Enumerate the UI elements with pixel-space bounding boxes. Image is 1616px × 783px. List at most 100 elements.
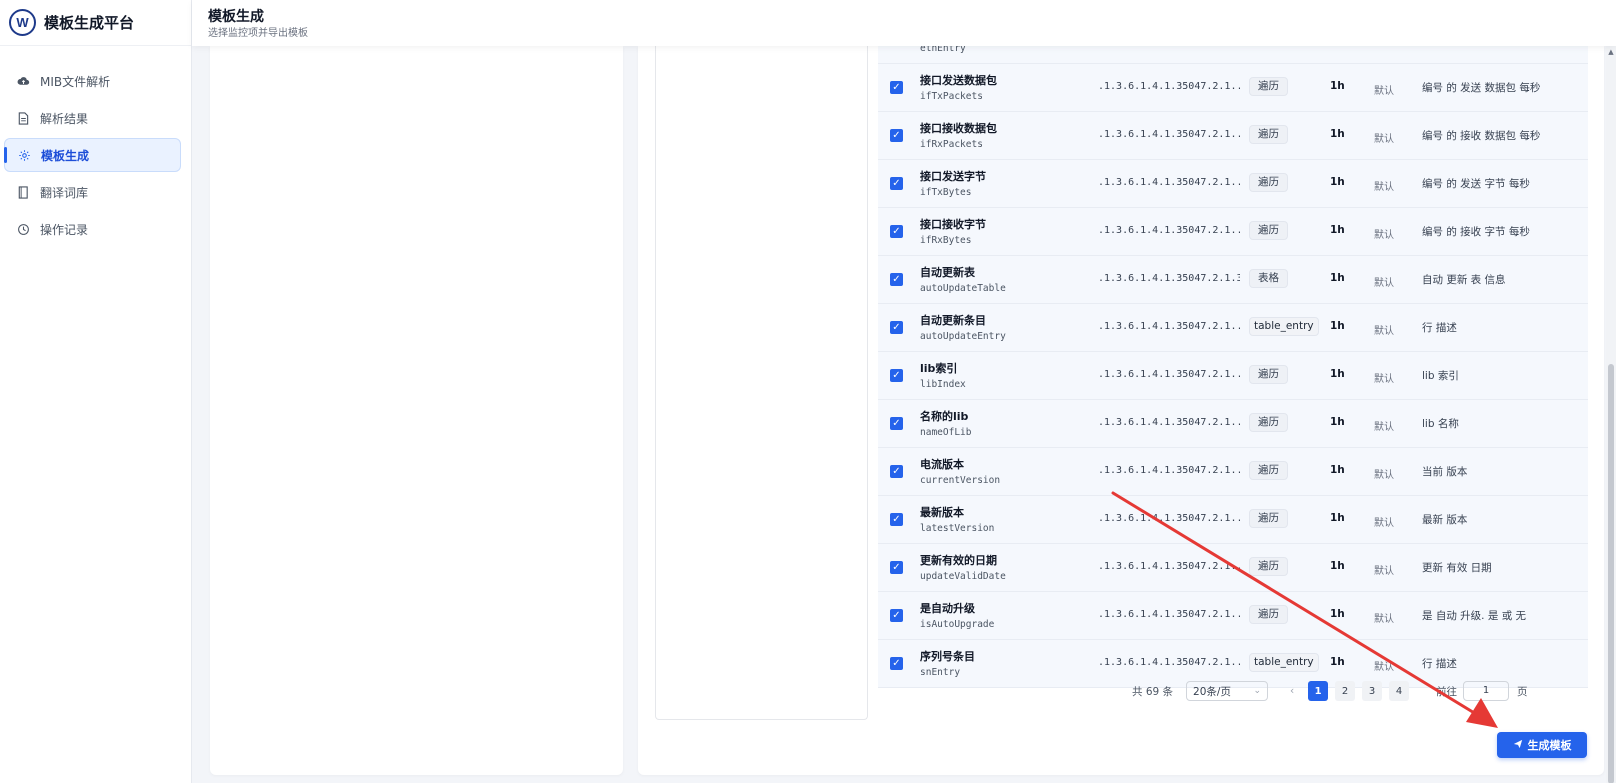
- row-en-name: ifRxBytes: [920, 235, 972, 246]
- row-interval[interactable]: 1h: [1330, 80, 1345, 92]
- table-row[interactable]: ✓ ethEntry: [878, 46, 1588, 64]
- row-en-name: latestVersion: [920, 523, 995, 534]
- row-oid: .1.3.6.1.4.1.35047.2.1...: [1098, 369, 1240, 380]
- page-size-value: 20条/页: [1193, 685, 1231, 698]
- page-button-4[interactable]: 4: [1389, 681, 1410, 701]
- row-checkbox[interactable]: ✓: [890, 561, 903, 574]
- row-oid: .1.3.6.1.4.1.35047.2.1...: [1098, 129, 1240, 140]
- sidebar-item-template-gen[interactable]: 模板生成: [4, 138, 181, 172]
- row-cn-name: lib索引: [920, 362, 958, 375]
- clock-icon: [16, 222, 30, 236]
- row-interval[interactable]: 1h: [1330, 176, 1345, 188]
- row-interval[interactable]: 1h: [1330, 560, 1345, 572]
- row-mode[interactable]: 默认: [1374, 610, 1394, 625]
- row-oid: .1.3.6.1.4.1.35047.2.1...: [1098, 609, 1240, 620]
- prev-page-icon[interactable]: ‹: [1282, 681, 1302, 701]
- row-interval[interactable]: 1h: [1330, 368, 1345, 380]
- row-type-tag: 表格: [1249, 269, 1288, 288]
- row-mode[interactable]: 默认: [1374, 370, 1394, 385]
- table-row[interactable]: ✓ 名称的lib nameOfLib .1.3.6.1.4.1.35047.2.…: [878, 400, 1588, 448]
- row-checkbox[interactable]: ✓: [890, 273, 903, 286]
- pagination-total: 共 69 条: [1132, 685, 1174, 698]
- row-type-tag: 遍历: [1249, 557, 1288, 576]
- sidebar-item-label: 翻译词库: [40, 185, 89, 200]
- page-button-2[interactable]: 2: [1335, 681, 1356, 701]
- row-checkbox[interactable]: ✓: [890, 177, 903, 190]
- table-row[interactable]: ✓ 电流版本 currentVersion .1.3.6.1.4.1.35047…: [878, 448, 1588, 496]
- table-row[interactable]: ✓ 更新有效的日期 updateValidDate .1.3.6.1.4.1.3…: [878, 544, 1588, 592]
- row-description: 当前 版本: [1422, 466, 1468, 478]
- row-description: lib 索引: [1422, 370, 1459, 382]
- row-mode[interactable]: 默认: [1374, 418, 1394, 433]
- row-checkbox[interactable]: ✓: [890, 81, 903, 94]
- row-checkbox[interactable]: ✓: [890, 129, 903, 142]
- table-row[interactable]: ✓ 自动更新表 autoUpdateTable .1.3.6.1.4.1.350…: [878, 256, 1588, 304]
- row-type-tag: 遍历: [1249, 125, 1288, 144]
- generate-template-button[interactable]: 生成模板: [1497, 732, 1587, 758]
- row-oid: .1.3.6.1.4.1.35047.2.1...: [1098, 417, 1240, 428]
- row-interval[interactable]: 1h: [1330, 656, 1345, 668]
- row-checkbox[interactable]: ✓: [890, 369, 903, 382]
- table-row[interactable]: ✓ lib索引 libIndex .1.3.6.1.4.1.35047.2.1.…: [878, 352, 1588, 400]
- row-oid: .1.3.6.1.4.1.35047.2.1...: [1098, 225, 1240, 236]
- page-button-1[interactable]: 1: [1308, 681, 1329, 701]
- row-mode[interactable]: 默认: [1374, 514, 1394, 529]
- table-row[interactable]: ✓ 接口发送数据包 ifTxPackets .1.3.6.1.4.1.35047…: [878, 64, 1588, 112]
- table-row[interactable]: ✓ 最新版本 latestVersion .1.3.6.1.4.1.35047.…: [878, 496, 1588, 544]
- page-unit-label: 页: [1517, 685, 1528, 698]
- page-size-select[interactable]: 20条/页 ⌄: [1186, 681, 1269, 701]
- row-en-name: autoUpdateEntry: [920, 331, 1006, 342]
- sidebar-item-operation-log[interactable]: 操作记录: [4, 212, 181, 246]
- row-interval[interactable]: 1h: [1330, 272, 1345, 284]
- row-en-name: ifTxPackets: [920, 91, 983, 102]
- row-interval[interactable]: 1h: [1330, 608, 1345, 620]
- row-mode[interactable]: 默认: [1374, 82, 1394, 97]
- row-interval[interactable]: 1h: [1330, 320, 1345, 332]
- table-row[interactable]: ✓ 接口发送字节 ifTxBytes .1.3.6.1.4.1.35047.2.…: [878, 160, 1588, 208]
- row-interval[interactable]: 1h: [1330, 512, 1345, 524]
- row-interval[interactable]: 1h: [1330, 128, 1345, 140]
- row-mode[interactable]: 默认: [1374, 466, 1394, 481]
- row-mode[interactable]: 默认: [1374, 562, 1394, 577]
- sidebar-item-label: 模板生成: [41, 148, 90, 163]
- sidebar-item-translation-lib[interactable]: 翻译词库: [4, 175, 181, 209]
- row-checkbox[interactable]: ✓: [890, 417, 903, 430]
- row-interval[interactable]: 1h: [1330, 464, 1345, 476]
- left-panel: [210, 46, 623, 775]
- row-checkbox[interactable]: ✓: [890, 657, 903, 670]
- row-mode[interactable]: 默认: [1374, 658, 1394, 673]
- row-mode[interactable]: 默认: [1374, 274, 1394, 289]
- row-checkbox[interactable]: ✓: [890, 225, 903, 238]
- sidebar-item-parse-results[interactable]: 解析结果: [4, 101, 181, 135]
- row-mode[interactable]: 默认: [1374, 226, 1394, 241]
- sidebar-item-mib-parse[interactable]: MIB文件解析: [4, 64, 181, 98]
- scroll-up-icon[interactable]: ▲: [1607, 48, 1615, 56]
- row-interval[interactable]: 1h: [1330, 416, 1345, 428]
- page-scrollbar[interactable]: ▲: [1606, 46, 1616, 783]
- row-en-name: isAutoUpgrade: [920, 619, 995, 630]
- row-description: 更新 有效 日期: [1422, 562, 1492, 574]
- row-mode[interactable]: 默认: [1374, 130, 1394, 145]
- row-checkbox[interactable]: ✓: [890, 609, 903, 622]
- page-title: 模板生成: [208, 9, 264, 25]
- row-cn-name: 最新版本: [920, 506, 964, 519]
- table-row[interactable]: ✓ 是自动升级 isAutoUpgrade .1.3.6.1.4.1.35047…: [878, 592, 1588, 640]
- mib-node-list[interactable]: [655, 46, 868, 720]
- goto-page-input[interactable]: 1: [1463, 681, 1510, 701]
- row-mode[interactable]: 默认: [1374, 178, 1394, 193]
- table-row[interactable]: ✓ 接口接收数据包 ifRxPackets .1.3.6.1.4.1.35047…: [878, 112, 1588, 160]
- row-checkbox[interactable]: ✓: [890, 513, 903, 526]
- row-en-name: updateValidDate: [920, 571, 1006, 582]
- table-row[interactable]: ✓ 接口接收字节 ifRxBytes .1.3.6.1.4.1.35047.2.…: [878, 208, 1588, 256]
- row-cn-name: 接口接收数据包: [920, 122, 997, 135]
- page-button-3[interactable]: 3: [1362, 681, 1383, 701]
- row-checkbox[interactable]: ✓: [890, 465, 903, 478]
- scroll-thumb[interactable]: [1608, 364, 1614, 783]
- row-interval[interactable]: 1h: [1330, 224, 1345, 236]
- row-mode[interactable]: 默认: [1374, 322, 1394, 337]
- row-cn-name: 接口发送数据包: [920, 74, 997, 87]
- table-row[interactable]: ✓ 自动更新条目 autoUpdateEntry .1.3.6.1.4.1.35…: [878, 304, 1588, 352]
- app-title: 模板生成平台: [44, 14, 135, 32]
- row-description: 编号 的 接收 字节 每秒: [1422, 226, 1530, 238]
- row-checkbox[interactable]: ✓: [890, 321, 903, 334]
